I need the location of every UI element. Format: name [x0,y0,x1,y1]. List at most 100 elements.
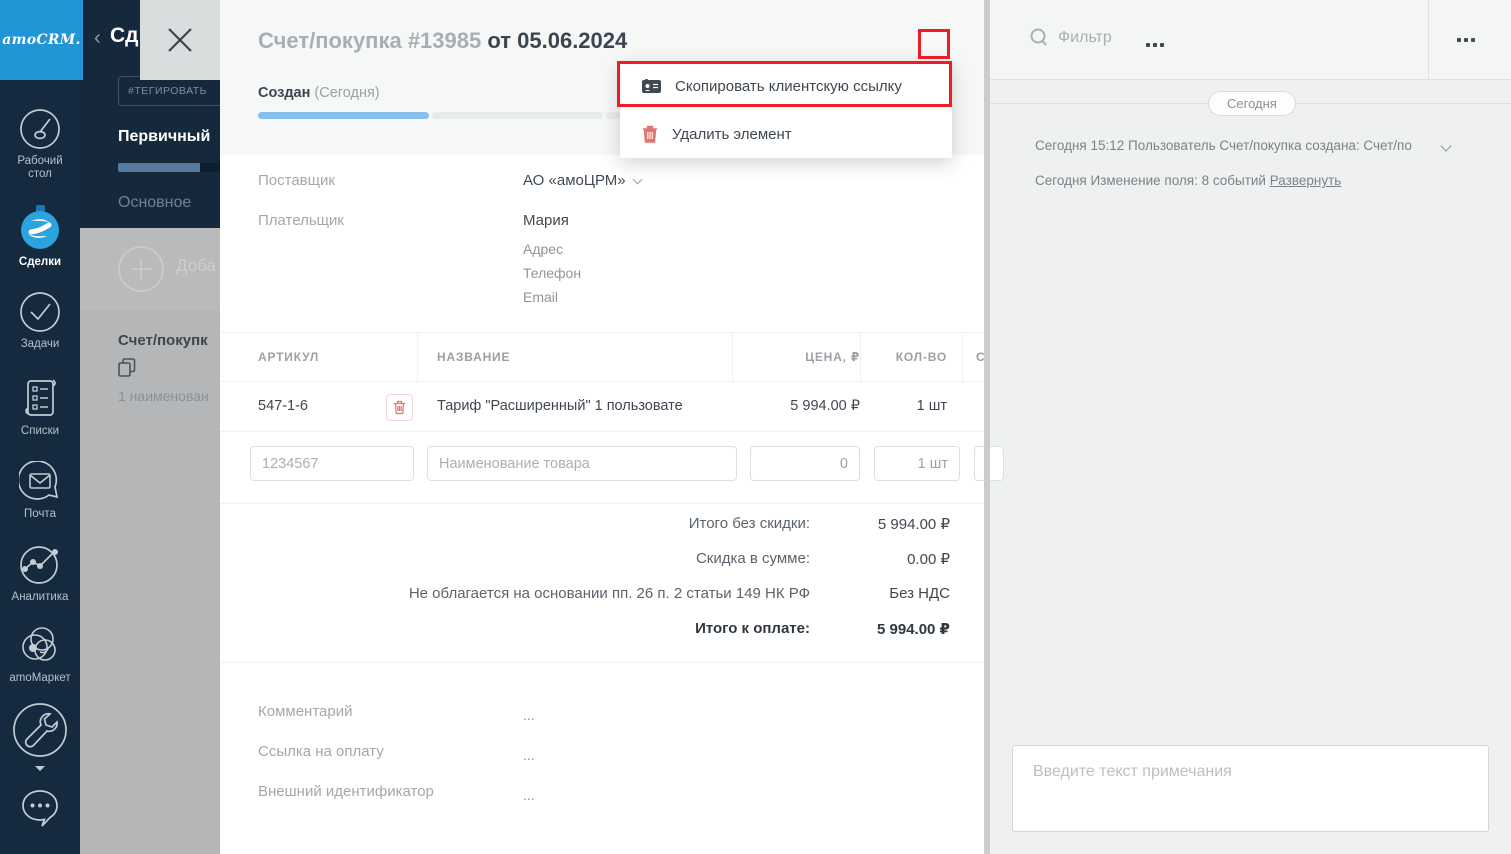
filter-search[interactable] [1030,28,1318,47]
subtotal-value: 5 994.00 ₽ [877,516,950,533]
toolbar-divider [1428,0,1429,80]
pipeline-status[interactable]: Первичный [118,128,210,146]
timeline-more-button[interactable] [1452,30,1480,50]
discount-value: 0.00 ₽ [907,551,950,568]
feed-expand-chevron-icon[interactable] [1440,140,1452,152]
chat-icon [22,790,58,827]
sidebar: amoCRM. Рабочий стол Сделки Задачи Списк… [0,0,83,854]
feed-event-field-changes: Сегодня Изменение поля: 8 событий Развер… [1035,173,1438,188]
new-sku-input[interactable] [250,446,414,481]
product-name: Тариф "Расширенный" 1 пользовате [437,398,683,414]
comment-label: Комментарий [258,703,353,720]
add-row: Доба [80,228,220,310]
vat-value: Без НДС [889,585,950,602]
sidebar-item-lists[interactable]: Списки [0,376,80,438]
background-page: ‹ Сд #ТЕГИРОВАТЬ Первичный Основное Доба… [80,0,220,854]
supplier-name: АО «амоЦРМ» [523,172,626,189]
close-button[interactable] [140,0,220,80]
sidebar-item-chat[interactable] [0,785,80,836]
market-icon [22,627,56,661]
trash-icon [643,125,657,143]
col-sku: АРТИКУЛ [258,350,320,364]
app-window: ‹ Сд #ТЕГИРОВАТЬ Первичный Основное Доба… [0,0,1511,854]
payer-value[interactable]: Мария [523,212,569,229]
supplier-value[interactable]: АО «амоЦРМ» [523,172,643,189]
id-card-icon [642,78,661,93]
copy-icon[interactable] [118,358,136,378]
col-price: ЦЕНА, ₽ [805,350,860,364]
payer-label: Плательщик [258,212,344,229]
vat-label: Не облагается на основании пп. 26 п. 2 с… [408,585,810,602]
new-product-row [220,432,1004,496]
sidebar-item-label: Рабочий стол [17,155,63,180]
lists-icon [25,379,56,416]
feed-event-created[interactable]: Сегодня 15:12 Пользователь Счет/покупка … [1035,138,1438,153]
total-label: Итого к оплате: [695,620,810,637]
comment-value[interactable]: ... [523,703,535,727]
invoice-date: от 05.06.2024 [487,28,628,53]
pipeline-progress [118,163,220,172]
menu-item-delete[interactable]: Удалить элемент [620,110,952,158]
sidebar-item-dashboard[interactable]: Рабочий стол [0,108,80,181]
discount-label: Скидка в сумме: [695,550,810,567]
search-icon [1030,28,1047,46]
menu-item-copy-client-link[interactable]: Скопировать клиентскую ссылку [620,62,952,110]
delete-product-button[interactable] [386,394,413,421]
sidebar-item-label: Задачи [20,338,60,350]
sidebar-item-settings[interactable] [0,700,80,771]
wrench-icon [13,703,67,757]
filter-input[interactable] [1058,28,1318,47]
external-id-value[interactable]: ... [523,783,535,807]
amocrm-logo[interactable]: amoCRM. [0,0,83,80]
col-qty: КОЛ-ВО [895,350,947,364]
invoice-title: Счет/покупка #13985 от 05.06.2024 [258,28,627,54]
invoice-status-sub: (Сегодня) [314,85,380,101]
catalog-item-title: Счет/покупк [118,332,208,349]
invoice-status-label: Создан [258,85,311,101]
invoice-more-button[interactable] [1143,33,1167,57]
feed-event-text: Сегодня Изменение поля: 8 событий [1035,173,1270,188]
back-chevron-icon[interactable]: ‹ [94,27,101,50]
menu-item-label: Скопировать клиентскую ссылку [675,77,902,95]
new-name-input[interactable] [427,446,737,481]
payment-link-value[interactable]: ... [523,743,535,767]
sidebar-item-deals[interactable]: Сделки [0,203,80,269]
chevron-down-icon [632,174,643,185]
analytics-icon [20,546,58,584]
supplier-label: Поставщик [258,172,335,189]
payer-email: Email [523,289,559,305]
product-price: 5 994.00 ₽ [790,398,860,414]
add-button[interactable] [118,246,164,292]
payment-link-label: Ссылка на оплату [258,743,384,760]
tab-main[interactable]: Основное [118,194,191,212]
product-qty: 1 шт [916,398,947,414]
sidebar-item-analytics[interactable]: Аналитика [0,542,80,604]
timeline-panel: Сегодня Сегодня 15:12 Пользователь Счет/… [990,0,1511,854]
new-qty-input[interactable] [874,446,960,481]
day-divider-pill: Сегодня [1208,91,1296,116]
sidebar-item-label: Списки [20,425,60,437]
sidebar-item-mail[interactable]: Почта [0,461,80,521]
note-input-box[interactable] [1012,745,1489,832]
tag-input[interactable]: #ТЕГИРОВАТЬ [118,76,220,106]
product-sku: 547-1-6 [258,398,308,414]
close-icon [168,28,192,52]
deal-page-title: Сд [110,24,139,47]
note-textarea[interactable] [1013,746,1488,831]
modal-scrollbar[interactable] [984,0,990,854]
sidebar-item-label: Сделки [18,256,62,268]
feed-expand-link[interactable]: Развернуть [1270,173,1342,188]
sidebar-item-label: Почта [24,508,56,520]
add-button-label: Доба [176,256,216,275]
menu-item-label: Удалить элемент [672,125,792,143]
sidebar-item-tasks[interactable]: Задачи [0,291,80,351]
sidebar-item-amomarket[interactable]: amoМаркет [0,623,80,685]
timeline-toolbar [990,0,1511,80]
products-table-header: АРТИКУЛ НАЗВАНИЕ ЦЕНА, ₽ КОЛ-ВО С [220,332,990,383]
subtotal-label: Итого без скидки: [688,515,810,532]
sidebar-item-label: Аналитика [11,591,69,603]
new-price-input[interactable] [750,446,860,481]
invoice-status: Создан (Сегодня) [258,85,380,101]
product-row: 547-1-6 Тариф "Расширенный" 1 пользовате… [220,383,990,432]
tasks-icon [20,292,60,332]
